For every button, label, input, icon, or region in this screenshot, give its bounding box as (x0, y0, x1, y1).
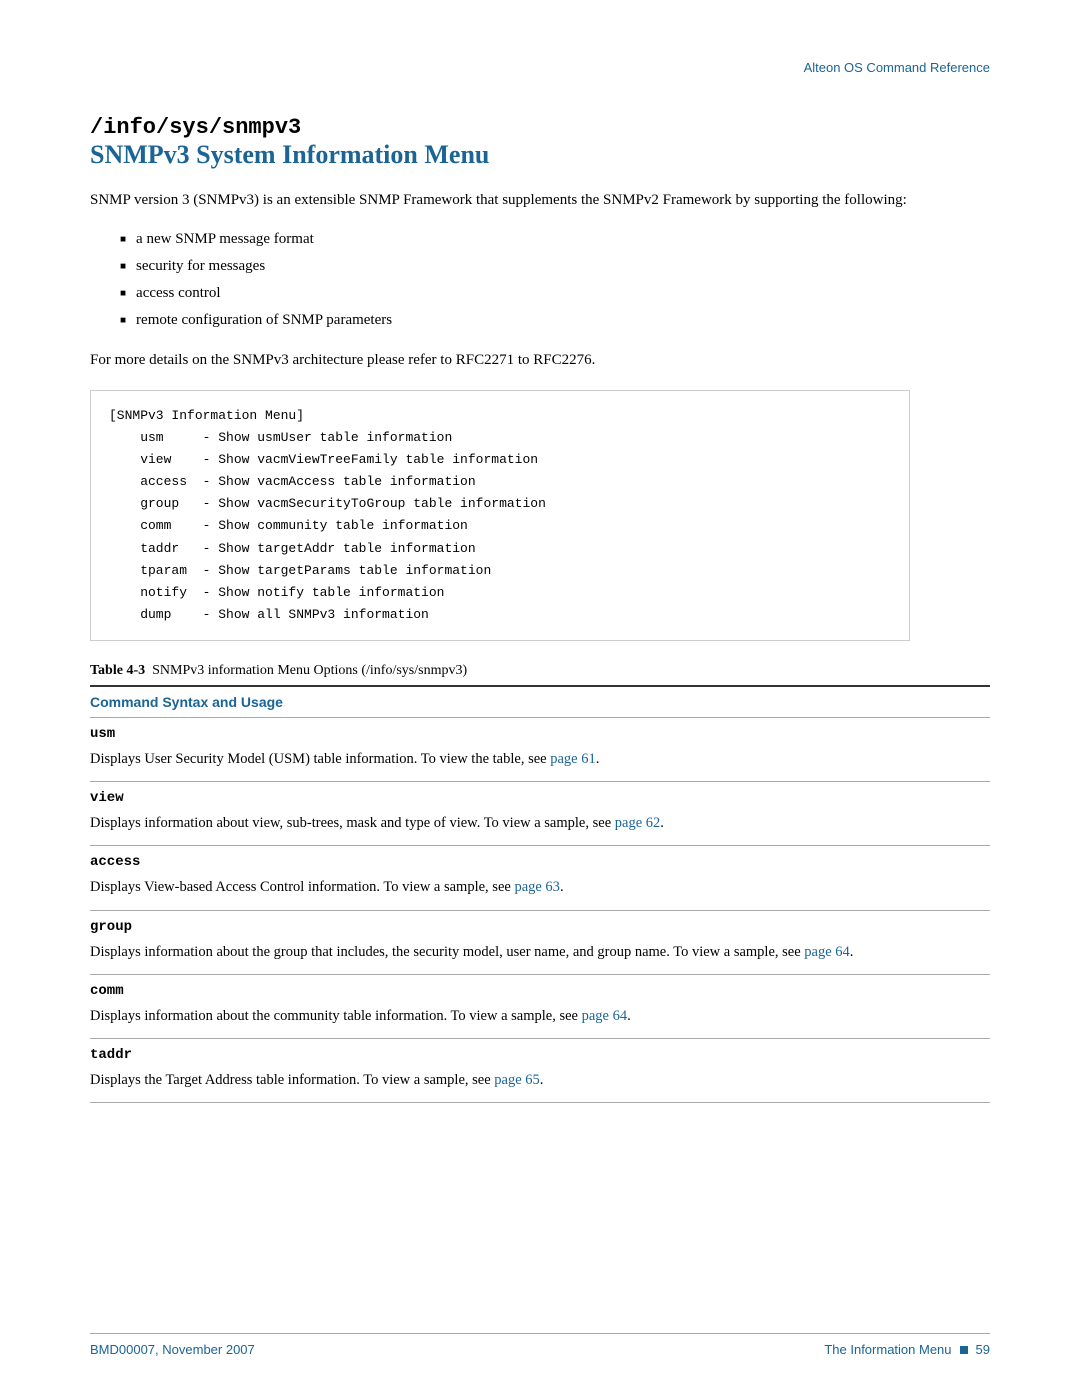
code-block: [SNMPv3 Information Menu] usm - Show usm… (90, 390, 910, 641)
ref-paragraph: For more details on the SNMPv3 architect… (90, 348, 910, 372)
page: Alteon OS Command Reference /info/sys/sn… (0, 0, 1080, 1397)
list-item: a new SNMP message format (120, 226, 990, 253)
cmd-comm: comm Displays information about the comm… (90, 975, 910, 1038)
footer-left: BMD00007, November 2007 (90, 1342, 255, 1357)
cmd-view-link[interactable]: page 62 (615, 815, 661, 831)
footer-square-icon (960, 1346, 968, 1354)
cmd-view-name: view (90, 782, 910, 809)
cmd-comm-desc: Displays information about the community… (90, 1002, 900, 1038)
intro-paragraph: SNMP version 3 (SNMPv3) is an extensible… (90, 188, 910, 212)
cmd-access: access Displays View-based Access Contro… (90, 846, 910, 909)
cmd-taddr: taddr Displays the Target Address table … (90, 1039, 910, 1102)
bullet-list: a new SNMP message format security for m… (120, 226, 990, 334)
footer-page-number: 59 (976, 1342, 990, 1357)
cmd-access-name: access (90, 846, 910, 873)
divider-after-taddr (90, 1102, 990, 1103)
cmd-group-link[interactable]: page 64 (804, 944, 850, 960)
page-header: Alteon OS Command Reference (90, 60, 990, 85)
section-text-title: SNMPv3 System Information Menu (90, 140, 990, 170)
cmd-usm-desc: Displays User Security Model (USM) table… (90, 745, 900, 781)
cmd-usm: usm Displays User Security Model (USM) t… (90, 718, 910, 781)
section-heading: /info/sys/snmpv3 SNMPv3 System Informati… (90, 115, 990, 170)
list-item: security for messages (120, 253, 990, 280)
table-caption: Table 4-3 SNMPv3 information Menu Option… (90, 663, 910, 679)
page-footer: BMD00007, November 2007 The Information … (90, 1333, 990, 1357)
cmd-usm-link[interactable]: page 61 (550, 751, 596, 767)
cmd-access-desc: Displays View-based Access Control infor… (90, 873, 900, 909)
cmd-taddr-desc: Displays the Target Address table inform… (90, 1066, 900, 1102)
cmd-usm-name: usm (90, 718, 910, 745)
cmd-syntax-header: Command Syntax and Usage (90, 687, 910, 717)
cmd-access-link[interactable]: page 63 (514, 879, 560, 895)
header-title: Alteon OS Command Reference (804, 60, 990, 75)
cmd-taddr-link[interactable]: page 65 (494, 1072, 540, 1088)
list-item: access control (120, 280, 990, 307)
footer-right: The Information Menu 59 (824, 1342, 990, 1357)
cmd-view-desc: Displays information about view, sub-tre… (90, 809, 900, 845)
footer-right-text: The Information Menu (824, 1342, 951, 1357)
cmd-view: view Displays information about view, su… (90, 782, 910, 845)
code-content: [SNMPv3 Information Menu] usm - Show usm… (109, 405, 891, 626)
cmd-group-desc: Displays information about the group tha… (90, 938, 900, 974)
section-code-title: /info/sys/snmpv3 (90, 115, 990, 140)
cmd-comm-link[interactable]: page 64 (582, 1008, 628, 1024)
cmd-comm-name: comm (90, 975, 910, 1002)
table-caption-text: SNMPv3 information Menu Options (/info/s… (152, 663, 467, 678)
cmd-group-name: group (90, 911, 910, 938)
list-item: remote configuration of SNMP parameters (120, 307, 990, 334)
table-caption-bold: Table 4-3 (90, 663, 145, 678)
cmd-group: group Displays information about the gro… (90, 911, 910, 974)
cmd-syntax-label: Command Syntax and Usage (90, 694, 283, 710)
cmd-taddr-name: taddr (90, 1039, 910, 1066)
